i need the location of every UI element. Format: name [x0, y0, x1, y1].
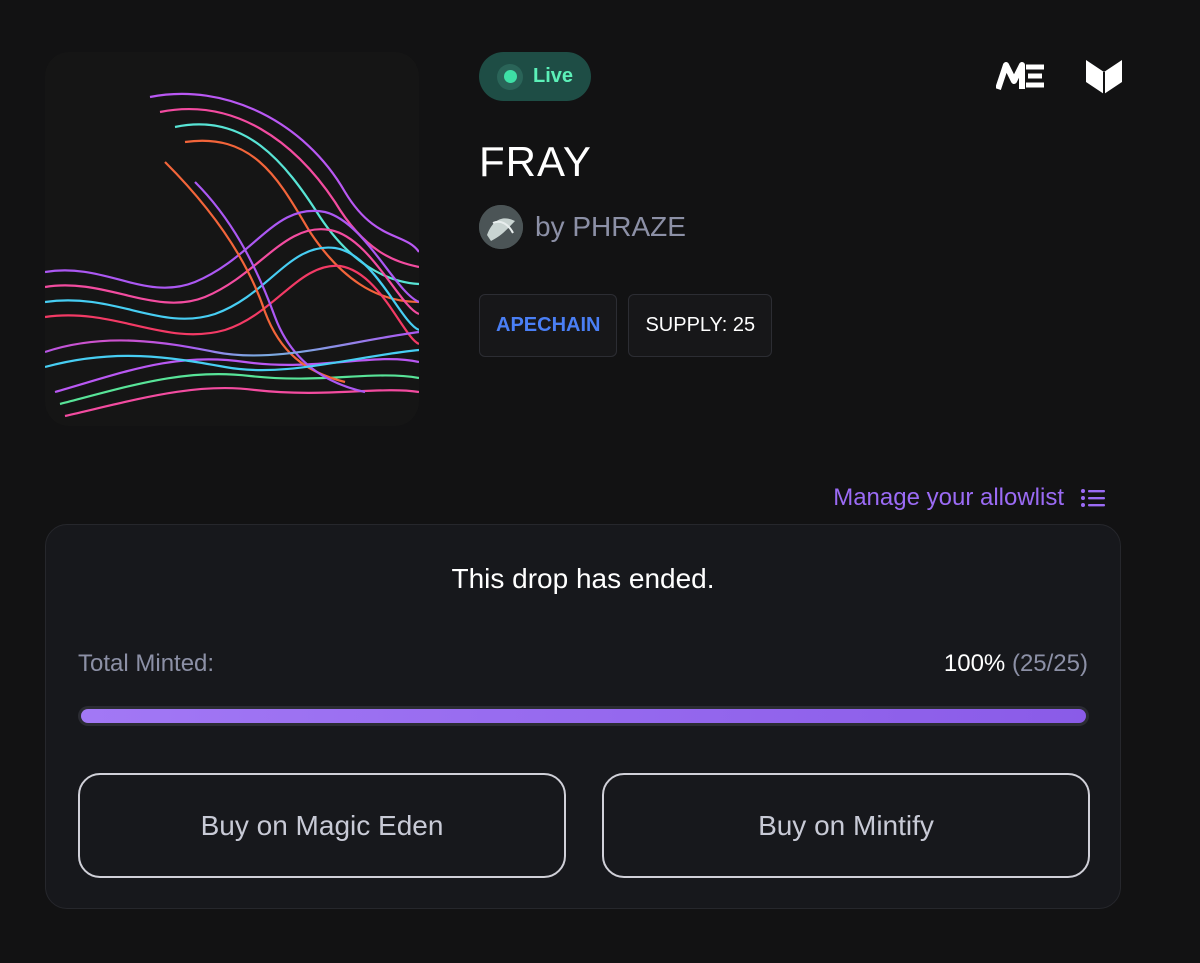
total-minted-label: Total Minted:: [78, 650, 215, 677]
buy-on-mintify-button[interactable]: Buy on Mintify: [602, 773, 1090, 878]
live-status-label: Live: [533, 65, 574, 87]
mint-progress-bar: [78, 706, 1089, 726]
collection-artwork: [45, 52, 419, 426]
manage-allowlist-link[interactable]: Manage your allowlist: [833, 484, 1106, 512]
marketplace-links: [996, 56, 1124, 96]
list-icon: [1081, 489, 1105, 507]
collection-tags: APECHAIN SUPPLY: 25: [479, 294, 773, 357]
creator-name: by PHRAZE: [535, 211, 686, 242]
live-dot-icon: [497, 63, 523, 90]
magic-eden-logo-icon[interactable]: [996, 59, 1046, 93]
creator-avatar: [479, 205, 523, 249]
live-status-badge: Live: [479, 52, 591, 101]
creator[interactable]: by PHRAZE: [479, 205, 686, 249]
drop-status-text: This drop has ended.: [451, 563, 715, 594]
collection-title: FRAY: [479, 138, 592, 185]
buy-on-magic-eden-button[interactable]: Buy on Magic Eden: [78, 773, 566, 878]
manage-allowlist-label: Manage your allowlist: [833, 484, 1064, 511]
total-minted-value: 100% (25/25): [944, 650, 1088, 678]
minted-percent: 100%: [943, 650, 1006, 677]
minted-count: (25/25): [1011, 650, 1088, 677]
chain-tag: APECHAIN: [479, 294, 618, 357]
supply-tag: SUPPLY: 25: [628, 294, 773, 357]
mintify-logo-icon[interactable]: [1084, 56, 1124, 96]
mint-panel: This drop has ended. Total Minted: 100% …: [45, 524, 1121, 909]
mint-progress-fill: [81, 709, 1086, 723]
